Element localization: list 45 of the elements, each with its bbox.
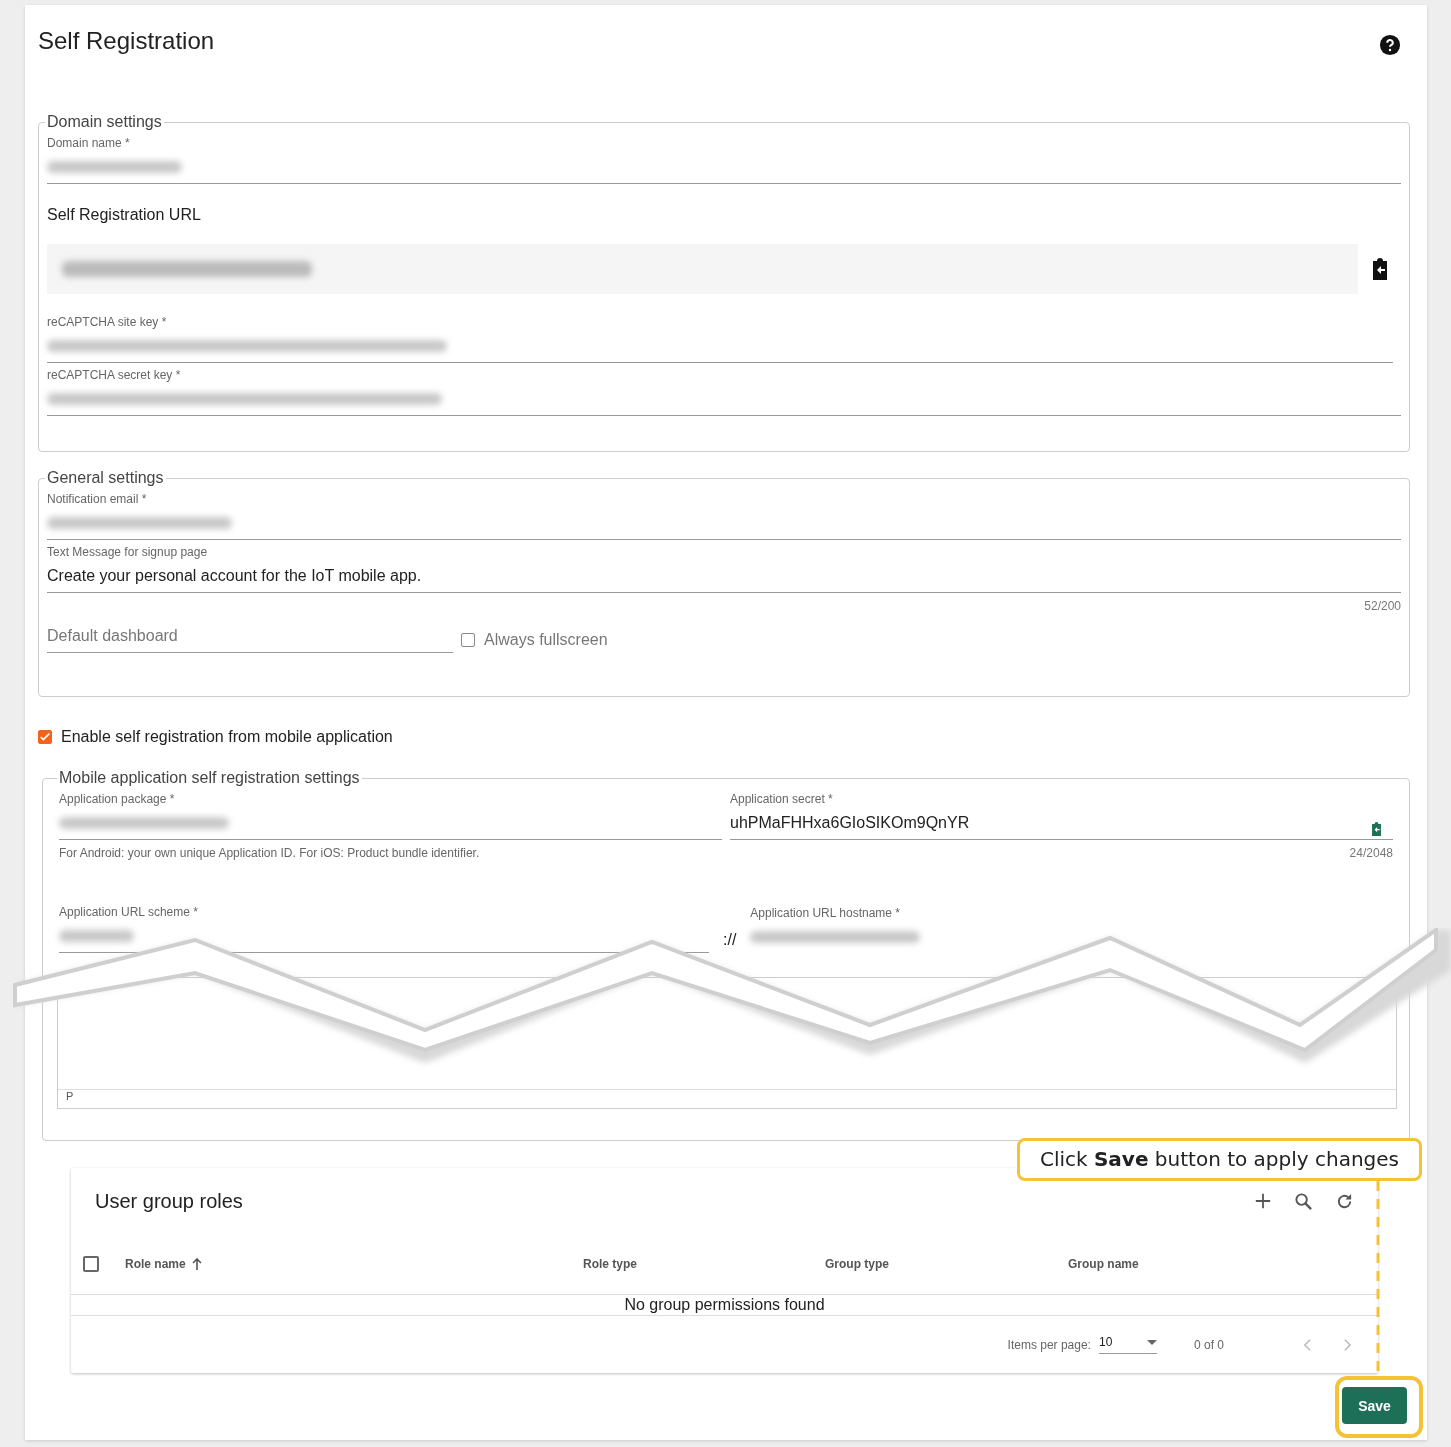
- items-per-page-label: Items per page:: [1007, 1337, 1091, 1352]
- column-header[interactable]: Role type: [583, 1257, 637, 1271]
- page-size-select[interactable]: 10: [1098, 1335, 1157, 1354]
- default-dashboard-field[interactable]: Default dashboard: [47, 619, 453, 653]
- character-counter: 24/2048: [1349, 846, 1393, 860]
- add-icon[interactable]: [1254, 1192, 1272, 1210]
- clipboard-icon[interactable]: [1370, 258, 1390, 280]
- dropdown-arrow-icon: [1146, 1339, 1157, 1345]
- field-label: Domain name *: [47, 136, 131, 150]
- editor-status: P: [66, 1090, 74, 1102]
- character-counter: 52/200: [1364, 599, 1401, 613]
- field-label: Application secret *: [730, 792, 834, 806]
- save-button[interactable]: Save: [1342, 1387, 1407, 1424]
- field-label: Notification email *: [47, 492, 148, 506]
- column-header[interactable]: Group type: [825, 1257, 889, 1271]
- section-legend: Mobile application self registration settings: [57, 769, 362, 787]
- callout-text: Click Save button to apply changes: [1017, 1138, 1422, 1181]
- select-all-checkbox[interactable]: [83, 1256, 99, 1272]
- always-fullscreen-checkbox[interactable]: Always fullscreen: [461, 631, 608, 649]
- signup-message-field[interactable]: Create your personal account for the IoT mobile app.: [47, 559, 1401, 593]
- empty-message: No group permissions found: [624, 1296, 825, 1313]
- field-label: Application package *: [59, 792, 176, 806]
- table-title: User group roles: [95, 1189, 243, 1213]
- column-header[interactable]: Role name: [125, 1257, 202, 1271]
- sort-arrow-icon: [191, 1258, 202, 1270]
- field-label: Application URL hostname *: [750, 906, 901, 920]
- search-icon[interactable]: [1294, 1191, 1313, 1211]
- section-legend: General settings: [45, 469, 166, 487]
- field-label: reCAPTCHA secret key *: [47, 368, 182, 382]
- column-header[interactable]: Group name: [1068, 1257, 1139, 1271]
- url-separator: ://: [723, 931, 737, 949]
- clipboard-icon[interactable]: [1370, 822, 1383, 836]
- previous-page-icon[interactable]: [1303, 1337, 1312, 1352]
- help-icon[interactable]: [1379, 34, 1401, 56]
- field-label: reCAPTCHA site key *: [47, 315, 168, 329]
- page-range: 0 of 0: [1193, 1337, 1224, 1352]
- url-label: Self Registration URL: [47, 206, 202, 224]
- field-label: Application URL scheme *: [59, 905, 199, 919]
- page-title: Self Registration: [38, 27, 215, 55]
- section-legend: Domain settings: [45, 113, 164, 131]
- field-label: Text Message for signup page: [47, 545, 209, 559]
- field-hint: For Android: your own unique Application ID. For iOS: Product bundle identifier.: [59, 846, 481, 860]
- check-icon: [39, 731, 51, 743]
- next-page-icon[interactable]: [1343, 1337, 1352, 1352]
- enable-mobile-checkbox[interactable]: Enable self registration from mobile application: [38, 728, 1410, 746]
